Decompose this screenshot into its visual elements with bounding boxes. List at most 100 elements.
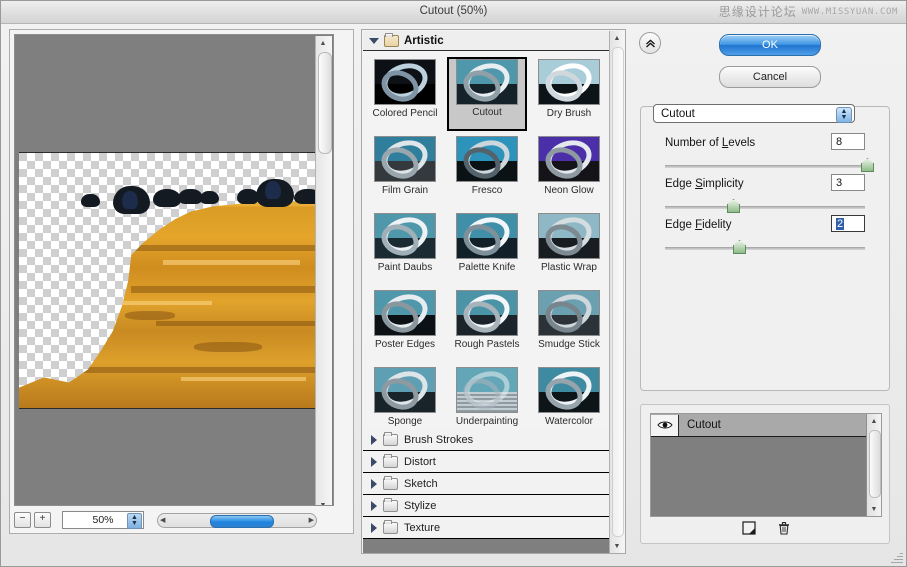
category-brush-strokes[interactable]: Brush Strokes — [363, 429, 611, 451]
filter-item[interactable]: Palette Knife — [447, 211, 527, 285]
category-label: Brush Strokes — [404, 433, 474, 446]
folder-icon — [383, 497, 398, 512]
layer-list-scrollbar[interactable]: ▲ ▼ — [866, 414, 881, 516]
filter-thumbnail — [538, 290, 600, 336]
edge-fidelity-slider[interactable] — [665, 240, 865, 254]
filter-layer-row[interactable]: Cutout — [651, 414, 881, 437]
preview-viewport[interactable]: ▲ ▼ — [14, 34, 334, 506]
chevron-right-icon[interactable] — [371, 434, 377, 445]
edge-simplicity-field[interactable]: 3 — [831, 174, 865, 191]
filter-item[interactable]: Fresco — [447, 134, 527, 208]
folder-icon — [383, 453, 398, 468]
filter-thumbnail — [456, 136, 518, 182]
zoom-in-button[interactable]: + — [34, 512, 51, 528]
preview-scroll-down-icon[interactable]: ▼ — [316, 498, 330, 506]
scroll-left-icon[interactable]: ◀ — [160, 516, 165, 524]
chevron-down-icon[interactable] — [369, 37, 379, 44]
horizontal-scroll-thumb[interactable] — [210, 514, 274, 528]
watermark-url: WWW.MISSYUAN.COM — [801, 6, 898, 17]
filter-item[interactable]: Film Grain — [365, 134, 445, 208]
filter-label: Sponge — [387, 416, 423, 427]
gallery-scroll-track[interactable] — [612, 47, 624, 537]
filter-item[interactable]: Smudge Stick — [529, 288, 609, 362]
filter-item[interactable]: Paint Daubs — [365, 211, 445, 285]
filter-item[interactable]: Colored Pencil — [365, 57, 445, 131]
filter-item[interactable]: Plastic Wrap — [529, 211, 609, 285]
preview-scroll-thumb[interactable] — [318, 52, 332, 154]
slider-handle[interactable] — [733, 240, 746, 254]
resize-grip[interactable] — [889, 550, 903, 564]
cancel-button[interactable]: Cancel — [719, 66, 821, 88]
category-texture[interactable]: Texture — [363, 517, 611, 539]
layer-scroll-down-icon[interactable]: ▼ — [867, 502, 881, 516]
filter-thumbnail — [374, 213, 436, 259]
gallery-scroll-up-icon[interactable]: ▲ — [610, 31, 624, 45]
delete-layer-button[interactable] — [778, 521, 790, 538]
trash-icon — [779, 521, 789, 535]
double-chevron-up-icon — [645, 39, 655, 47]
category-stylize[interactable]: Stylize — [363, 495, 611, 517]
eye-icon — [656, 421, 673, 429]
ok-button[interactable]: OK — [719, 34, 821, 56]
preview-horizontal-scrollbar[interactable]: ◀ ▶ — [157, 512, 317, 528]
filter-item[interactable]: Watercolor — [529, 365, 609, 429]
filter-item[interactable]: Sponge — [365, 365, 445, 429]
filter-label: Cutout — [472, 107, 502, 118]
number-of-levels-slider[interactable] — [665, 158, 874, 172]
edge-fidelity-field[interactable]: 2 — [831, 215, 865, 232]
filter-thumbnail — [538, 213, 600, 259]
chevron-right-icon[interactable] — [371, 522, 377, 533]
filter-thumbnail — [374, 367, 436, 413]
collapse-panel-button[interactable] — [639, 32, 661, 54]
visibility-toggle[interactable] — [651, 414, 679, 436]
filter-thumbnail-grid: Colored Pencil Cutout Dry Brush Film Gra… — [363, 51, 611, 429]
slider-handle[interactable] — [727, 199, 740, 213]
filter-item[interactable]: Rough Pastels — [447, 288, 527, 362]
gallery-vertical-scrollbar[interactable]: ▲ ▼ — [609, 31, 624, 553]
gallery-scroll-down-icon[interactable]: ▼ — [610, 539, 624, 553]
chevron-right-icon[interactable] — [371, 456, 377, 467]
filter-label: Paint Daubs — [377, 262, 433, 273]
filter-thumbnail — [456, 290, 518, 336]
zoom-stepper[interactable]: ▲ ▼ — [127, 513, 142, 529]
filter-item-selected[interactable]: Cutout — [447, 57, 527, 131]
filter-label: Smudge Stick — [538, 339, 600, 350]
edge-simplicity-slider[interactable] — [665, 199, 865, 213]
filter-settings-group: Number of Levels 8 Edge Simplicity 3 Edg… — [640, 106, 890, 391]
preview-pane: ▲ ▼ − + 50% ▲ ▼ ◀ ▶ — [9, 29, 354, 534]
field-value: 3 — [836, 176, 843, 189]
preview-scroll-up-icon[interactable]: ▲ — [316, 36, 330, 50]
category-header-artistic[interactable]: Artistic — [363, 31, 611, 51]
filter-thumbnail — [456, 213, 518, 259]
dropdown-stepper-icon[interactable]: ▲ ▼ — [836, 107, 852, 123]
filter-item[interactable]: Underpainting — [447, 365, 527, 429]
layer-scroll-thumb[interactable] — [869, 430, 881, 498]
category-distort[interactable]: Distort — [363, 451, 611, 473]
folder-icon — [383, 519, 398, 534]
filter-label: Underpainting — [455, 416, 519, 427]
layer-scroll-up-icon[interactable]: ▲ — [867, 414, 881, 428]
filter-item[interactable]: Neon Glow — [529, 134, 609, 208]
filter-item[interactable]: Poster Edges — [365, 288, 445, 362]
category-sketch[interactable]: Sketch — [363, 473, 611, 495]
chevron-right-icon[interactable] — [371, 500, 377, 511]
filter-name-dropdown[interactable]: Cutout ▲ ▼ — [653, 104, 855, 123]
filter-label: Fresco — [471, 185, 503, 196]
category-label: Distort — [404, 455, 436, 468]
folder-icon — [383, 431, 398, 446]
slider-handle[interactable] — [861, 158, 874, 172]
chevron-right-icon[interactable] — [371, 478, 377, 489]
folder-icon — [383, 475, 398, 490]
zoom-out-button[interactable]: − — [14, 512, 31, 528]
wheat-field-artwork — [19, 153, 331, 408]
zoom-level-field[interactable]: 50% ▲ ▼ — [62, 511, 144, 529]
filter-item[interactable]: Dry Brush — [529, 57, 609, 131]
category-label: Texture — [404, 521, 441, 534]
new-effect-layer-button[interactable] — [742, 520, 756, 538]
number-of-levels-field[interactable]: 8 — [831, 133, 865, 150]
category-label: Artistic — [404, 34, 444, 47]
control-label: Edge Simplicity — [665, 178, 744, 190]
preview-vertical-scrollbar[interactable]: ▲ ▼ — [315, 36, 332, 506]
filter-label: Film Grain — [381, 185, 429, 196]
scroll-right-icon[interactable]: ▶ — [309, 516, 314, 524]
